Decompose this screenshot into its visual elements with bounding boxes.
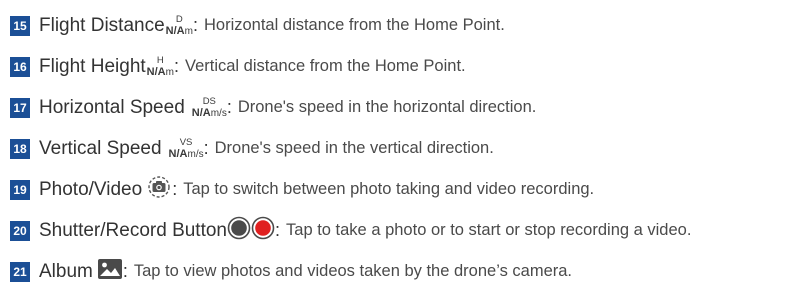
value-readout: VS N/Am/s <box>168 136 204 160</box>
item-separator: : <box>226 97 232 117</box>
item-number-badge: 16 <box>10 56 30 77</box>
item-description: Drone's speed in the vertical direction. <box>214 139 494 157</box>
list-item: 19 Photo/Video : Tap to switch between p… <box>10 169 795 210</box>
value-readout: D N/Am <box>165 13 193 37</box>
value-readout: DS N/Am/s <box>191 95 227 119</box>
item-term: Flight Height <box>39 55 146 77</box>
list-item: 20 Shutter/Record Button : Tap to take a… <box>10 210 795 251</box>
value-unit: m/s <box>210 107 227 119</box>
value-label: VS <box>179 136 193 148</box>
item-term: Horizontal Speed <box>39 96 185 118</box>
item-description: Horizontal distance from the Home Point. <box>203 16 505 34</box>
record-button-icon <box>251 216 275 245</box>
value-unit: m <box>184 25 193 37</box>
item-separator: : <box>275 220 281 240</box>
item-number-badge: 21 <box>10 261 30 282</box>
album-icon <box>97 258 123 285</box>
item-description: Vertical distance from the Home Point. <box>184 57 466 75</box>
value-na: N/A <box>191 106 211 119</box>
list-item: 18 Vertical Speed VS N/Am/s : Drone's spe… <box>10 128 795 169</box>
item-number-badge: 18 <box>10 138 30 159</box>
value-label: D <box>175 13 183 25</box>
value-unit: m <box>165 66 174 78</box>
value-na: N/A <box>146 65 166 78</box>
item-number-badge: 17 <box>10 97 30 118</box>
value-na: N/A <box>165 24 185 37</box>
item-separator: : <box>172 179 178 199</box>
item-separator: : <box>173 56 179 76</box>
item-number-badge: 20 <box>10 220 30 241</box>
item-separator: : <box>203 138 209 158</box>
camera-switch-icon <box>146 175 172 204</box>
item-number-badge: 15 <box>10 15 30 36</box>
item-term: Flight Distance <box>39 14 165 36</box>
item-term: Album <box>39 260 93 282</box>
item-description: Tap to take a photo or to start or stop … <box>286 221 692 239</box>
list-item: 17 Horizontal Speed DS N/Am/s : Drone's s… <box>10 87 795 128</box>
item-term: Vertical Speed <box>39 137 162 159</box>
value-unit: m/s <box>187 148 204 160</box>
list-item: 16 Flight Height H N/Am : Vertical distan… <box>10 46 795 87</box>
instruction-list: 15 Flight Distance D N/Am : Horizontal di… <box>10 5 795 292</box>
value-label: H <box>156 54 164 66</box>
list-item: 15 Flight Distance D N/Am : Horizontal di… <box>10 5 795 46</box>
item-term: Shutter/Record Button <box>39 219 227 241</box>
item-description: Tap to view photos and videos taken by t… <box>133 262 573 280</box>
item-number-badge: 19 <box>10 179 30 200</box>
value-readout: H N/Am <box>146 54 174 78</box>
item-description: Drone's speed in the horizontal directio… <box>237 98 537 116</box>
item-description: Tap to switch between photo taking and v… <box>183 180 595 198</box>
value-label: DS <box>202 95 216 107</box>
item-separator: : <box>192 15 198 35</box>
shutter-button-icon <box>227 216 251 245</box>
value-na: N/A <box>168 147 188 160</box>
item-separator: : <box>122 261 128 281</box>
list-item: 21 Album : Tap to view photos and videos… <box>10 251 795 292</box>
item-term: Photo/Video <box>39 178 143 200</box>
